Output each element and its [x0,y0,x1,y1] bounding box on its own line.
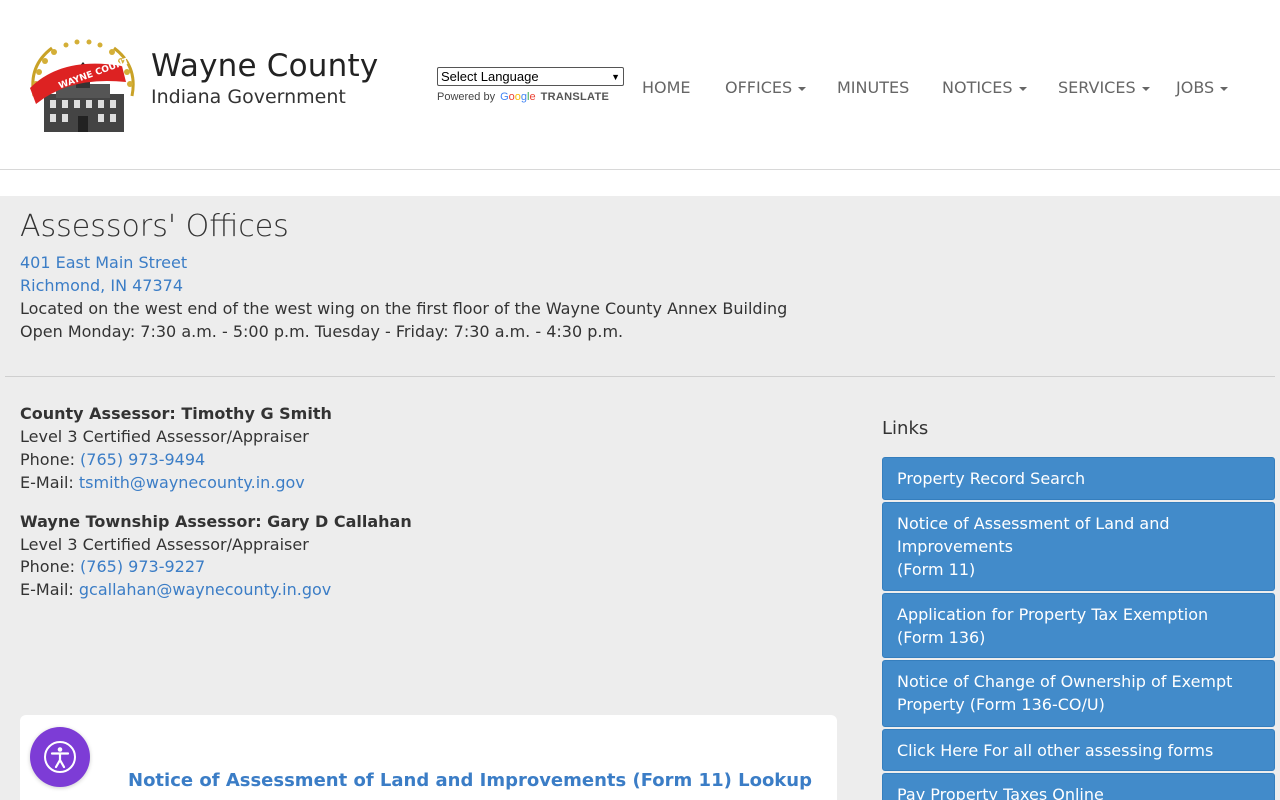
contact-heading: Wayne Township Assessor: Gary D Callahan [20,512,412,531]
link-label: Pay Property Taxes Online [897,785,1104,800]
section-divider [5,376,1275,377]
nav-offices[interactable]: OFFICES [725,78,807,97]
translate-label: TRANSLATE [540,91,610,103]
contact-phone-row: Phone: (765) 973-9227 [20,557,205,576]
page-title: Assessors' Offices [20,209,289,244]
contact-email-row: E-Mail: tsmith@waynecounty.in.gov [20,473,305,492]
phone-link[interactable]: (765) 973-9227 [80,557,205,576]
powered-by-label: Powered by [437,91,496,103]
chevron-down-icon: ▼ [611,71,620,82]
link-label-form: (Form 136) [897,628,986,647]
caret-down-icon [1141,86,1150,91]
link-label: Application for Property Tax Exemption [897,605,1209,624]
link-form-136[interactable]: Application for Property Tax Exemption (… [882,593,1275,658]
link-form-136-co-u[interactable]: Notice of Change of Ownership of Exempt … [882,660,1275,727]
nav-notices-label: NOTICES [942,78,1013,97]
address-street-link[interactable]: 401 East Main Street [20,253,187,272]
office-location: Located on the west end of the west wing… [20,299,788,318]
caret-down-icon [1220,86,1229,91]
phone-label: Phone: [20,450,75,469]
nav-offices-label: OFFICES [725,78,793,97]
contact-phone-row: Phone: (765) 973-9494 [20,450,205,469]
contact-heading: County Assessor: Timothy G Smith [20,404,332,423]
nav-home-label: HOME [642,78,691,97]
office-hours: Open Monday: 7:30 a.m. - 5:00 p.m. Tuesd… [20,322,624,341]
phone-label: Phone: [20,557,75,576]
language-select-value: Select Language [441,69,539,84]
site-subtitle: Indiana Government [151,86,346,108]
link-other-assessing-forms[interactable]: Click Here For all other assessing forms [882,729,1275,771]
link-label: Click Here For all other assessing forms [897,741,1214,760]
wayne-county-logo[interactable]: WAYNE COUNTY [22,36,144,136]
nav-notices[interactable]: NOTICES [942,78,1027,97]
link-property-record-search[interactable]: Property Record Search [882,457,1275,500]
site-title[interactable]: Wayne County [151,48,378,84]
link-pay-property-taxes[interactable]: Pay Property Taxes Online [882,773,1275,800]
form-11-lookup-title[interactable]: Notice of Assessment of Land and Improve… [128,770,812,791]
link-label: Property Record Search [897,469,1086,488]
caret-down-icon [1018,86,1027,91]
email-link[interactable]: gcallahan@waynecounty.in.gov [79,580,331,599]
email-label: E-Mail: [20,580,74,599]
nav-minutes-label: MINUTES [837,78,910,97]
site-header: WAYNE COUNTY Wayne County Indiana Govern… [0,0,1280,170]
link-form-11[interactable]: Notice of Assessment of Land and Improve… [882,502,1275,591]
nav-jobs-label: JOBS [1176,78,1215,97]
nav-jobs[interactable]: JOBS [1176,78,1229,97]
contact-certification: Level 3 Certified Assessor/Appraiser [20,535,309,554]
nav-services-label: SERVICES [1058,78,1136,97]
links-heading: Links [882,418,929,439]
contact-certification: Level 3 Certified Assessor/Appraiser [20,427,309,446]
accessibility-button[interactable] [30,727,90,787]
link-label: Notice of Change of Ownership of Exempt … [897,672,1233,714]
language-select[interactable]: Select Language ▼ [437,67,624,86]
google-logo[interactable]: Google [500,91,536,103]
address-city-link[interactable]: Richmond, IN 47374 [20,276,183,295]
link-label-form: (Form 11) [897,560,976,579]
google-translate-attribution: Powered by Google TRANSLATE [437,91,609,103]
nav-services[interactable]: SERVICES [1058,78,1150,97]
phone-link[interactable]: (765) 973-9494 [80,450,205,469]
contact-email-row: E-Mail: gcallahan@waynecounty.in.gov [20,580,331,599]
link-label: Notice of Assessment of Land and Improve… [897,514,1170,556]
caret-down-icon [798,86,807,91]
nav-minutes[interactable]: MINUTES [837,78,909,97]
accessibility-icon [44,741,76,773]
nav-home[interactable]: HOME [642,78,691,97]
email-label: E-Mail: [20,473,74,492]
email-link[interactable]: tsmith@waynecounty.in.gov [79,473,305,492]
